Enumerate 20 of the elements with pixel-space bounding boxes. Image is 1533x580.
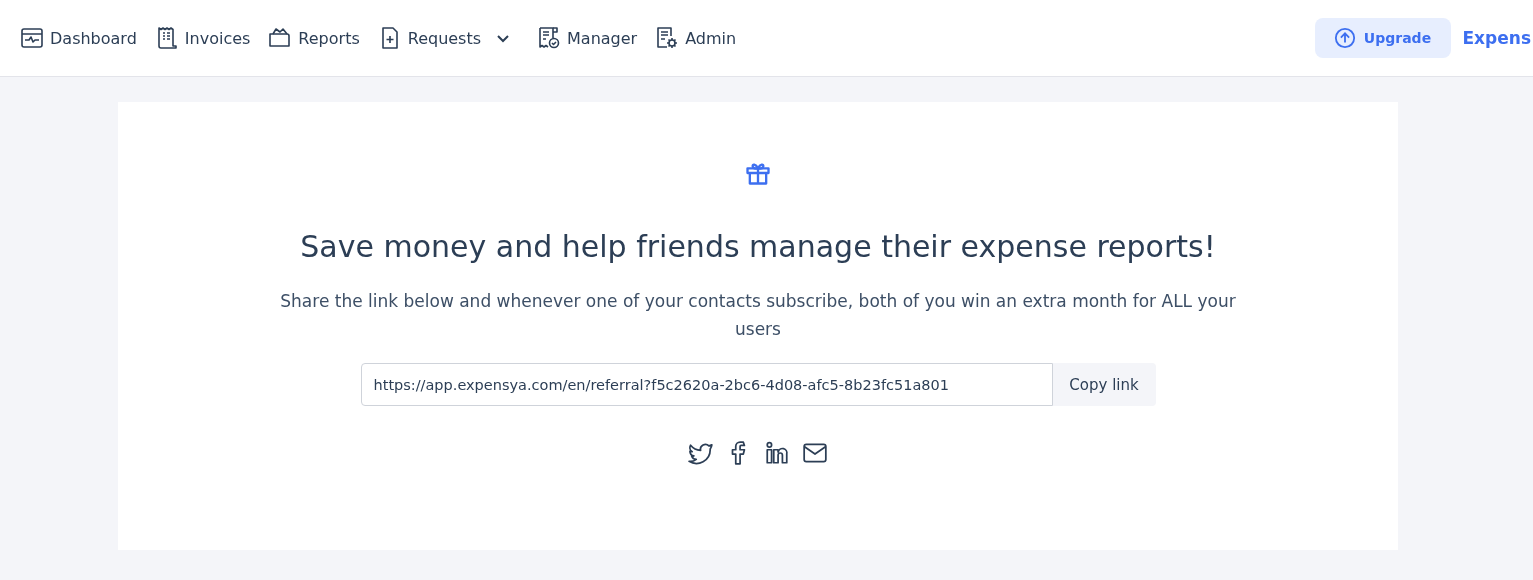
brand-name: Expens xyxy=(1462,28,1531,48)
nav-link[interactable]: Dashboard xyxy=(20,26,137,50)
bird-icon[interactable] xyxy=(688,440,714,466)
nav-link[interactable]: Invoices xyxy=(154,26,251,50)
receipt-check-icon xyxy=(537,26,562,50)
nav-link[interactable]: Requests xyxy=(377,26,520,50)
upgrade-button[interactable]: Upgrade xyxy=(1314,18,1451,58)
nav-link[interactable]: Manager xyxy=(537,26,638,50)
nav-link[interactable]: Admin xyxy=(655,26,737,50)
referral-description: Share the link below and whenever one of your contacts subscribe, both of you win an extra month for ALL your users xyxy=(279,290,1237,341)
chart-window-icon xyxy=(20,26,44,50)
linkedin-icon[interactable] xyxy=(764,440,790,466)
upload-circle-icon xyxy=(1333,27,1356,49)
document-gear-icon xyxy=(655,26,680,50)
copy-link-button[interactable]: Copy link xyxy=(1052,363,1156,406)
referral-link-field[interactable]: https://app.expensya.com/en/referral?f5c2620a-2bc6-4d08-afc5-8b23fc51a801 xyxy=(360,363,1053,406)
referral-heading: Save money and help friends manage their expense reports! xyxy=(300,228,1216,266)
folder-icon xyxy=(268,26,293,50)
mail-icon[interactable] xyxy=(802,440,828,466)
nav-link[interactable]: Reports xyxy=(268,26,360,50)
